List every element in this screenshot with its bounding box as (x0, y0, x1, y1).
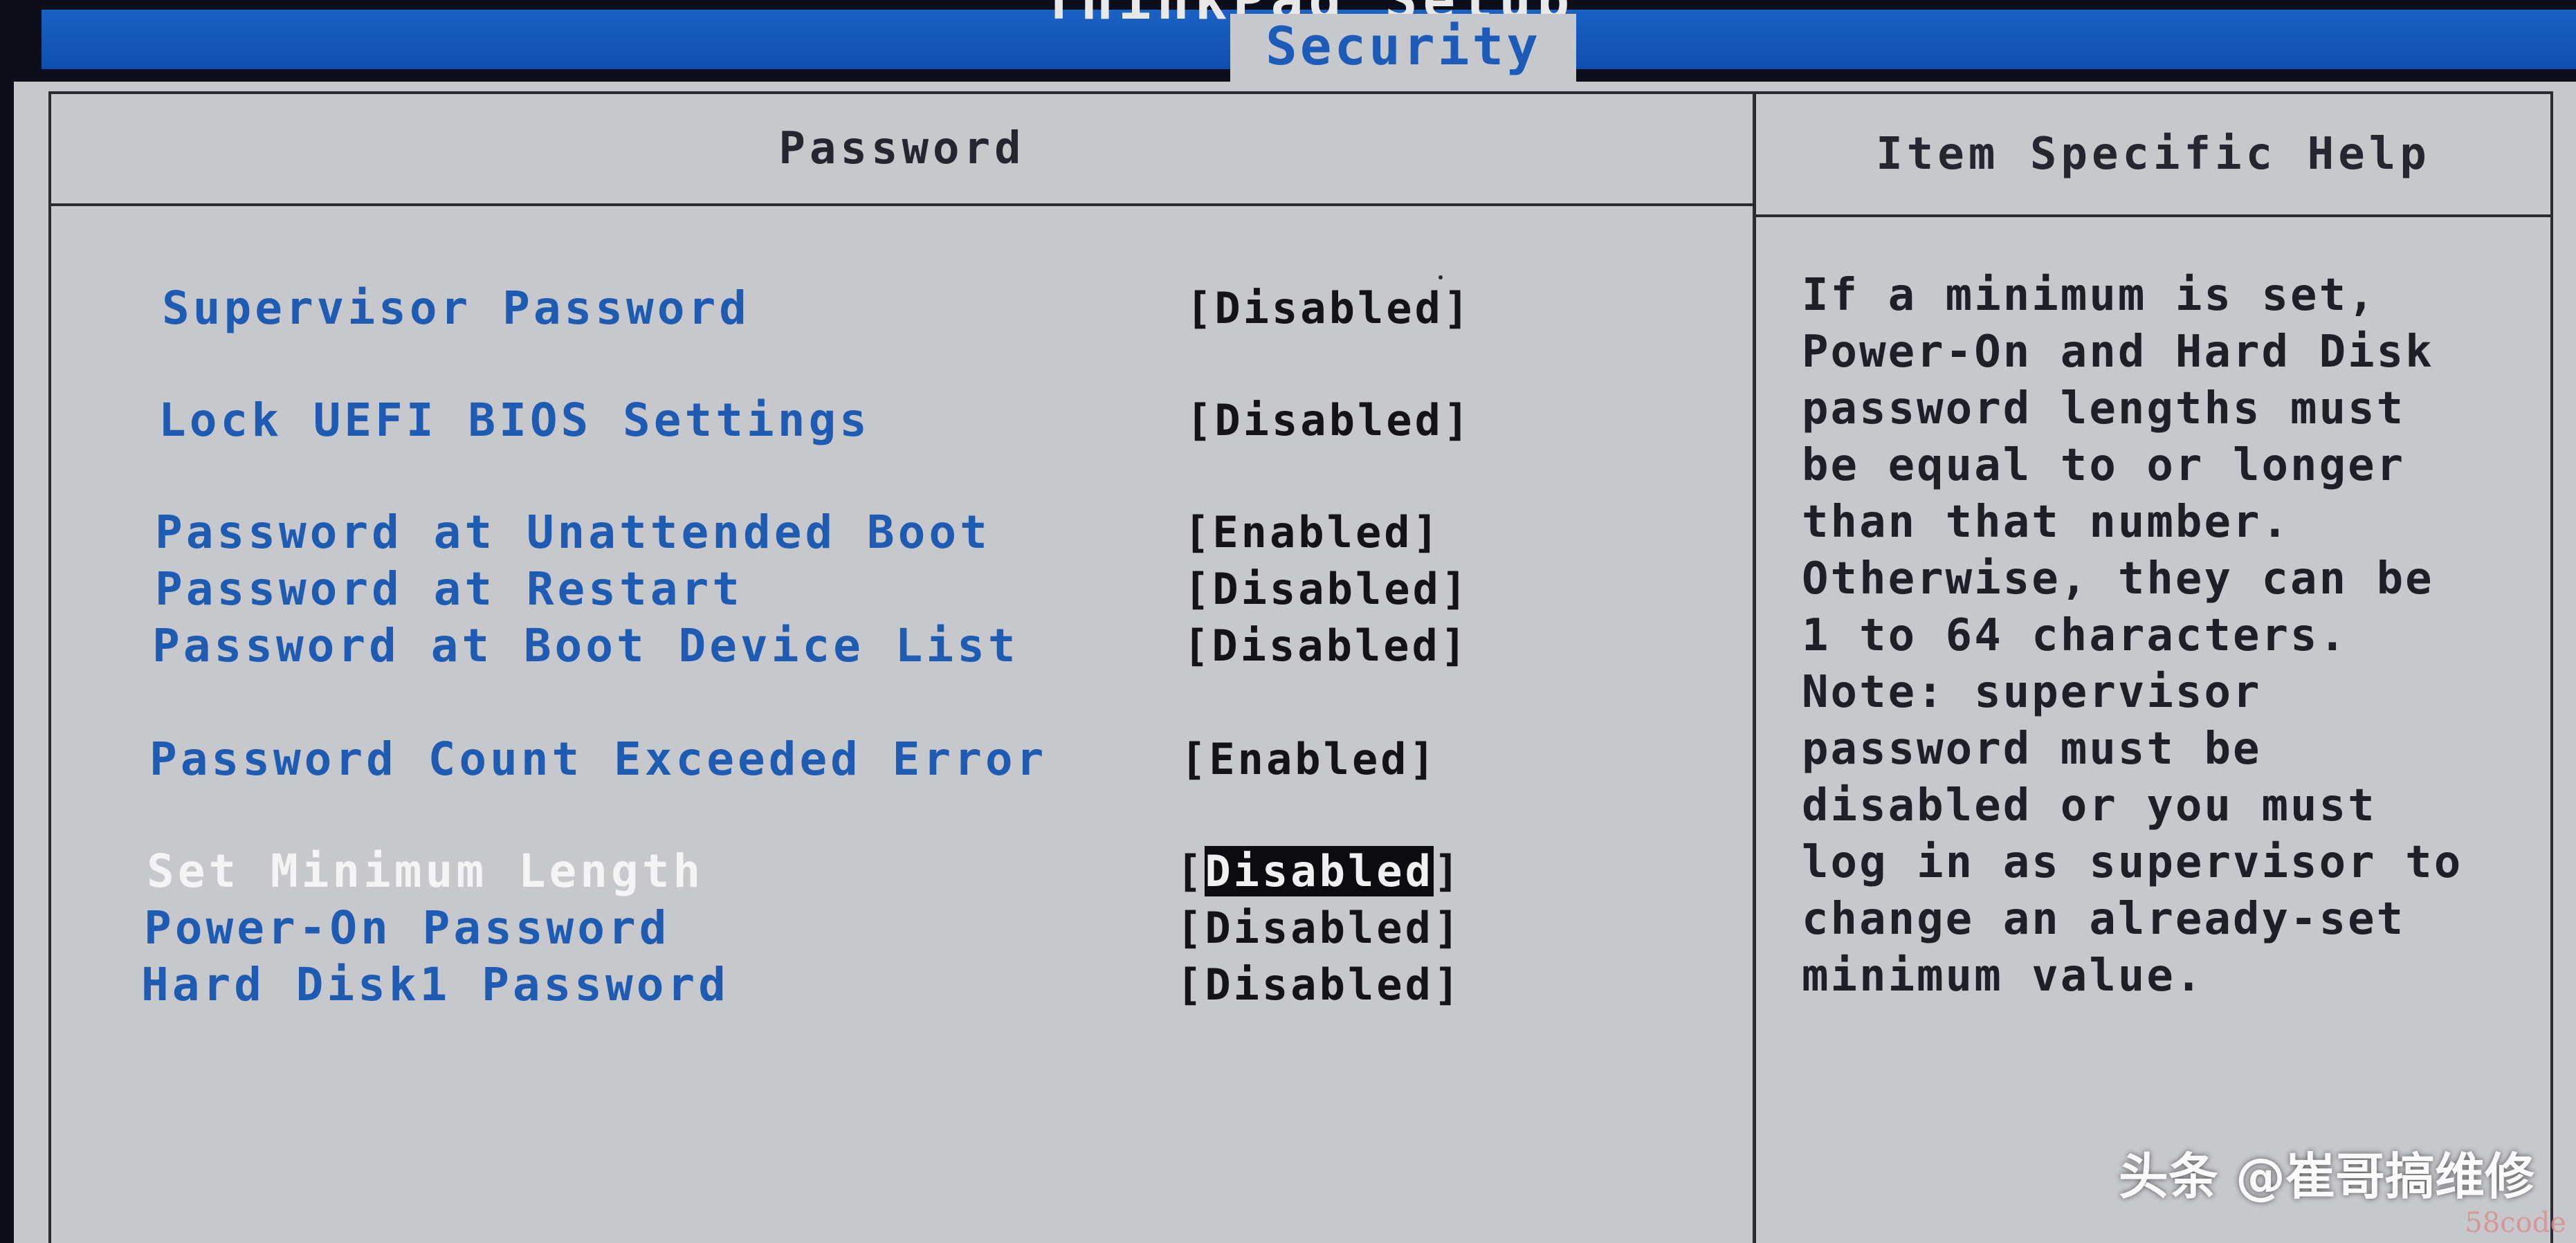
settings-panel: Password Supervisor Password [Disabled] … (51, 94, 1756, 1243)
main-frame: Password Supervisor Password [Disabled] … (48, 91, 2553, 1243)
setting-value-selected[interactable]: [Disabled] (1176, 844, 1462, 899)
setting-label: Password Count Exceeded Error (149, 733, 1048, 786)
help-panel: Item Specific Help If a minimum is set, … (1756, 94, 2550, 1243)
help-text: If a minimum is set, Power-On and Hard D… (1802, 270, 2492, 1002)
setting-value[interactable]: [Disabled] (1176, 957, 1462, 1013)
watermark: 头条 @崔哥搞维修 (2118, 1148, 2534, 1206)
bracket-open: [ (1176, 846, 1205, 896)
setting-value[interactable]: [Disabled] (1184, 562, 1470, 617)
tab-security[interactable]: Security (1230, 14, 1576, 82)
setting-value[interactable]: [Enabled] (1180, 732, 1438, 787)
setting-label: Password at Unattended Boot (155, 506, 991, 559)
setting-value[interactable]: [Disabled] (1183, 618, 1469, 674)
setting-label-selected: Set Minimum Length (147, 845, 704, 898)
screen-speck (1438, 275, 1443, 279)
setting-value[interactable]: [Disabled] (1186, 393, 1472, 448)
setting-value[interactable]: [Disabled] (1186, 281, 1472, 336)
panel-title: Password (51, 94, 1753, 206)
bracket-close: ] (1433, 846, 1463, 896)
setting-label: Password at Boot Device List (152, 619, 1019, 672)
setting-value[interactable]: [Enabled] (1184, 505, 1441, 560)
setting-label: Hard Disk1 Password (141, 958, 729, 1011)
bios-screen: ThinkPad Setup Security Password Supervi… (14, 0, 2576, 1243)
setting-label: Lock UEFI BIOS Settings (158, 394, 870, 447)
corner-watermark: 58code (2465, 1207, 2566, 1239)
selected-value-highlight[interactable]: Disabled (1205, 846, 1434, 896)
setting-label: Supervisor Password (162, 282, 750, 335)
title-bar: ThinkPad Setup Security (14, 0, 2576, 82)
help-title: Item Specific Help (1756, 94, 2550, 217)
setting-label: Power-On Password (144, 901, 670, 955)
setting-label: Password at Restart (155, 562, 743, 616)
setting-value[interactable]: [Disabled] (1176, 901, 1462, 956)
